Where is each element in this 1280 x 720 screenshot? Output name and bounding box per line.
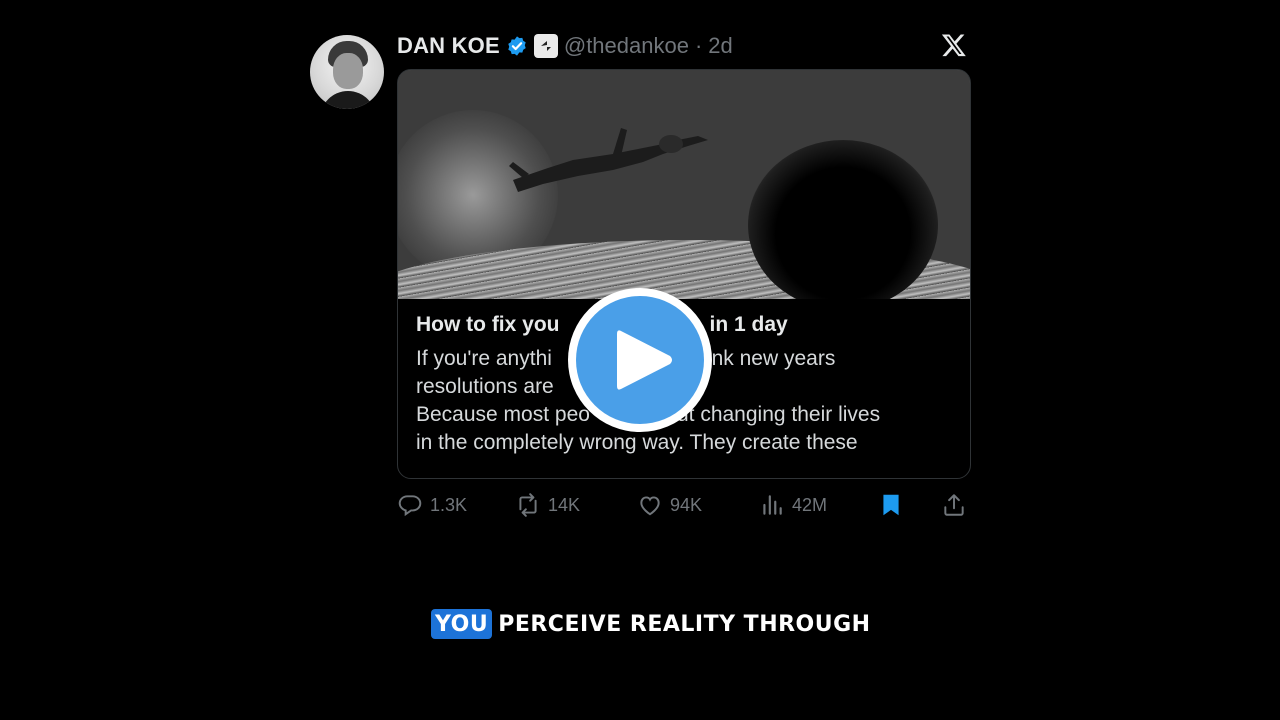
article-line2: resolutions are	[416, 375, 554, 398]
article-line4: in the completely wrong way. They create…	[416, 431, 858, 454]
caption-highlight-word: YOU	[431, 609, 493, 639]
post-action-bar: 1.3K 14K 94K 42M	[397, 489, 969, 521]
play-button[interactable]	[568, 288, 712, 432]
avatar-face	[333, 53, 363, 89]
like-count: 94K	[670, 494, 703, 515]
bookmark-icon	[883, 494, 899, 516]
post-age[interactable]: 2d	[708, 33, 732, 59]
reply-count: 1.3K	[430, 494, 468, 515]
article-card[interactable]: How to fix you in 1 day If you're anythi u…	[397, 69, 971, 479]
avatar-shirt	[320, 91, 376, 109]
verified-icon	[508, 36, 526, 56]
video-frame: DAN KOE @thedankoe · 2d How to fix you i…	[0, 0, 1280, 720]
author-handle[interactable]: @thedankoe	[564, 33, 689, 59]
share-icon	[944, 494, 964, 516]
video-caption: YOU PERCEIVE REALITY THROUGH	[431, 609, 871, 639]
article-line3-start: Because most peo	[416, 403, 590, 426]
views-icon	[763, 495, 782, 515]
author-avatar[interactable]	[310, 35, 384, 109]
article-title-end: in 1 day	[709, 313, 788, 336]
play-button-inner	[576, 296, 704, 424]
x-logo-icon	[941, 34, 966, 57]
post-header: DAN KOE @thedankoe · 2d	[397, 30, 733, 62]
views-action[interactable]: 42M	[759, 489, 827, 521]
repost-count: 14K	[548, 494, 581, 515]
bookmark-action[interactable]	[878, 489, 904, 521]
share-action[interactable]	[941, 489, 967, 521]
article-title-start: How to fix you	[416, 313, 560, 336]
like-icon	[640, 496, 660, 516]
caption-text: PERCEIVE REALITY THROUGH	[498, 611, 871, 637]
affiliate-badge-icon	[533, 34, 558, 58]
separator-dot: ·	[694, 33, 703, 58]
reply-action[interactable]: 1.3K	[397, 489, 467, 521]
repost-action[interactable]: 14K	[515, 489, 580, 521]
play-icon	[617, 330, 672, 390]
reply-icon	[398, 495, 422, 517]
falling-person-illustration	[509, 128, 708, 192]
article-cover-image	[398, 70, 970, 299]
cover-black-hole	[748, 140, 938, 299]
article-line1-start: If you're anythi	[416, 347, 552, 370]
views-count: 42M	[792, 494, 828, 515]
author-display-name[interactable]: DAN KOE	[397, 33, 500, 59]
repost-icon	[519, 493, 537, 517]
like-action[interactable]: 94K	[637, 489, 702, 521]
